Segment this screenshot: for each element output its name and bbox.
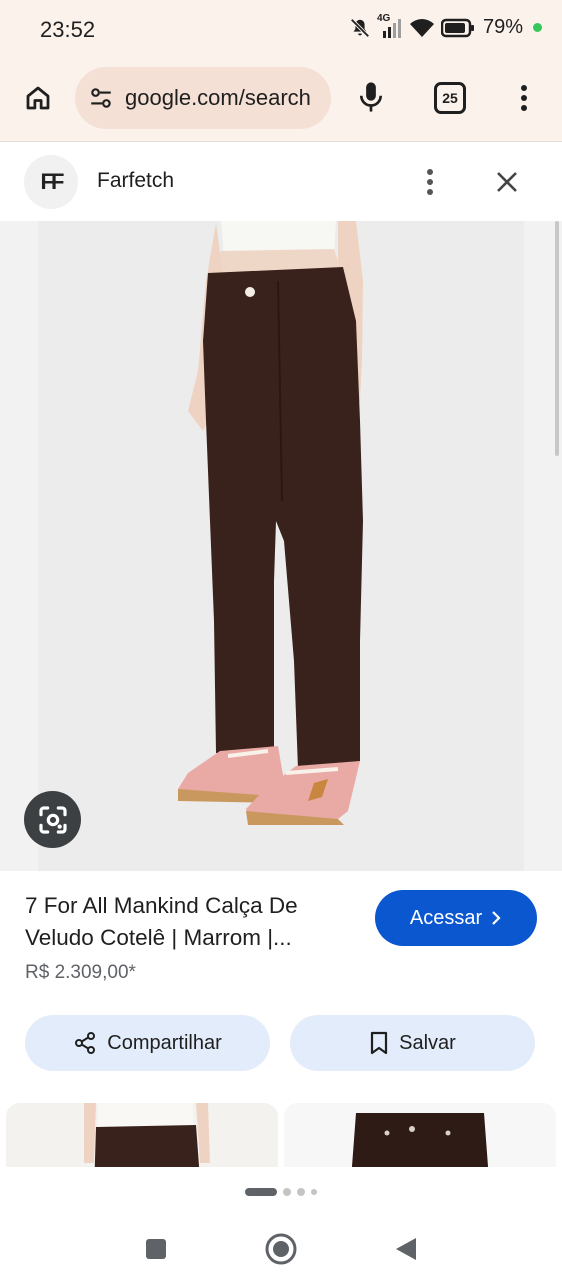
- back-triangle-icon: [396, 1238, 416, 1260]
- related-images: [0, 1103, 562, 1167]
- action-row: Compartilhar Salvar: [25, 1015, 535, 1071]
- share-label: Compartilhar: [107, 1031, 222, 1054]
- visit-label: Acessar: [409, 906, 483, 929]
- chevron-right-icon: [492, 911, 501, 925]
- tune-icon[interactable]: [87, 84, 115, 112]
- product-price: R$ 2.309,00*: [25, 962, 136, 983]
- tabs-button[interactable]: 25: [434, 82, 466, 114]
- related-image-2[interactable]: [284, 1103, 556, 1167]
- more-vert-icon: [521, 85, 527, 111]
- mute-icon: [349, 17, 371, 39]
- source-header: FF Farfetch: [0, 143, 562, 221]
- status-time: 23:52: [40, 17, 96, 42]
- tab-count: 25: [442, 90, 458, 106]
- address-bar[interactable]: google.com/search: [75, 67, 331, 129]
- square-icon: [146, 1239, 166, 1259]
- page-dot: [297, 1188, 305, 1196]
- browser-menu-button[interactable]: [510, 78, 538, 118]
- save-button[interactable]: Salvar: [290, 1015, 535, 1071]
- privacy-indicator: [533, 23, 542, 32]
- farfetch-logo: FF: [24, 155, 78, 209]
- close-icon: [497, 172, 517, 192]
- page-dot: [283, 1188, 291, 1196]
- product-image: [38, 221, 524, 871]
- home-nav-button[interactable]: [261, 1229, 301, 1269]
- browser-toolbar: google.com/search 25: [0, 62, 562, 142]
- page-dot: [311, 1189, 317, 1195]
- more-vert-icon: [427, 169, 433, 195]
- mic-icon: [359, 82, 383, 112]
- voice-search-button[interactable]: [352, 78, 390, 116]
- related-image-1[interactable]: [6, 1103, 278, 1167]
- google-lens-button[interactable]: [24, 791, 81, 848]
- signal-icon: 4G: [377, 13, 403, 39]
- recents-button[interactable]: [136, 1229, 176, 1269]
- home-button[interactable]: [20, 80, 56, 116]
- source-name: Farfetch: [97, 169, 175, 192]
- status-icons: 4G 79%: [349, 13, 542, 39]
- battery-percent: 79%: [482, 16, 523, 38]
- scrollbar[interactable]: [555, 221, 559, 456]
- product-title[interactable]: 7 For All Mankind Calça De Veludo Cotelê…: [25, 890, 355, 954]
- circle-icon: [265, 1233, 297, 1265]
- visit-button[interactable]: Acessar: [375, 890, 537, 946]
- url-text: google.com/search: [125, 85, 311, 110]
- save-label: Salvar: [399, 1031, 456, 1054]
- image-viewer[interactable]: [0, 221, 562, 871]
- share-icon: [75, 1032, 96, 1054]
- page-dot-active: [245, 1188, 277, 1196]
- close-button[interactable]: [490, 165, 524, 199]
- wifi-icon: [409, 17, 435, 39]
- back-button[interactable]: [386, 1229, 426, 1269]
- bookmark-icon: [371, 1031, 388, 1055]
- lens-icon: [38, 805, 67, 834]
- pagination-indicator: [0, 1167, 562, 1217]
- home-icon: [26, 86, 50, 110]
- network-type: 4G: [376, 12, 391, 24]
- battery-icon: [440, 18, 475, 38]
- system-nav-bar: [0, 1217, 562, 1280]
- status-bar: 23:52 4G 79%: [0, 0, 562, 62]
- share-button[interactable]: Compartilhar: [25, 1015, 270, 1071]
- source-more-button[interactable]: [418, 165, 442, 199]
